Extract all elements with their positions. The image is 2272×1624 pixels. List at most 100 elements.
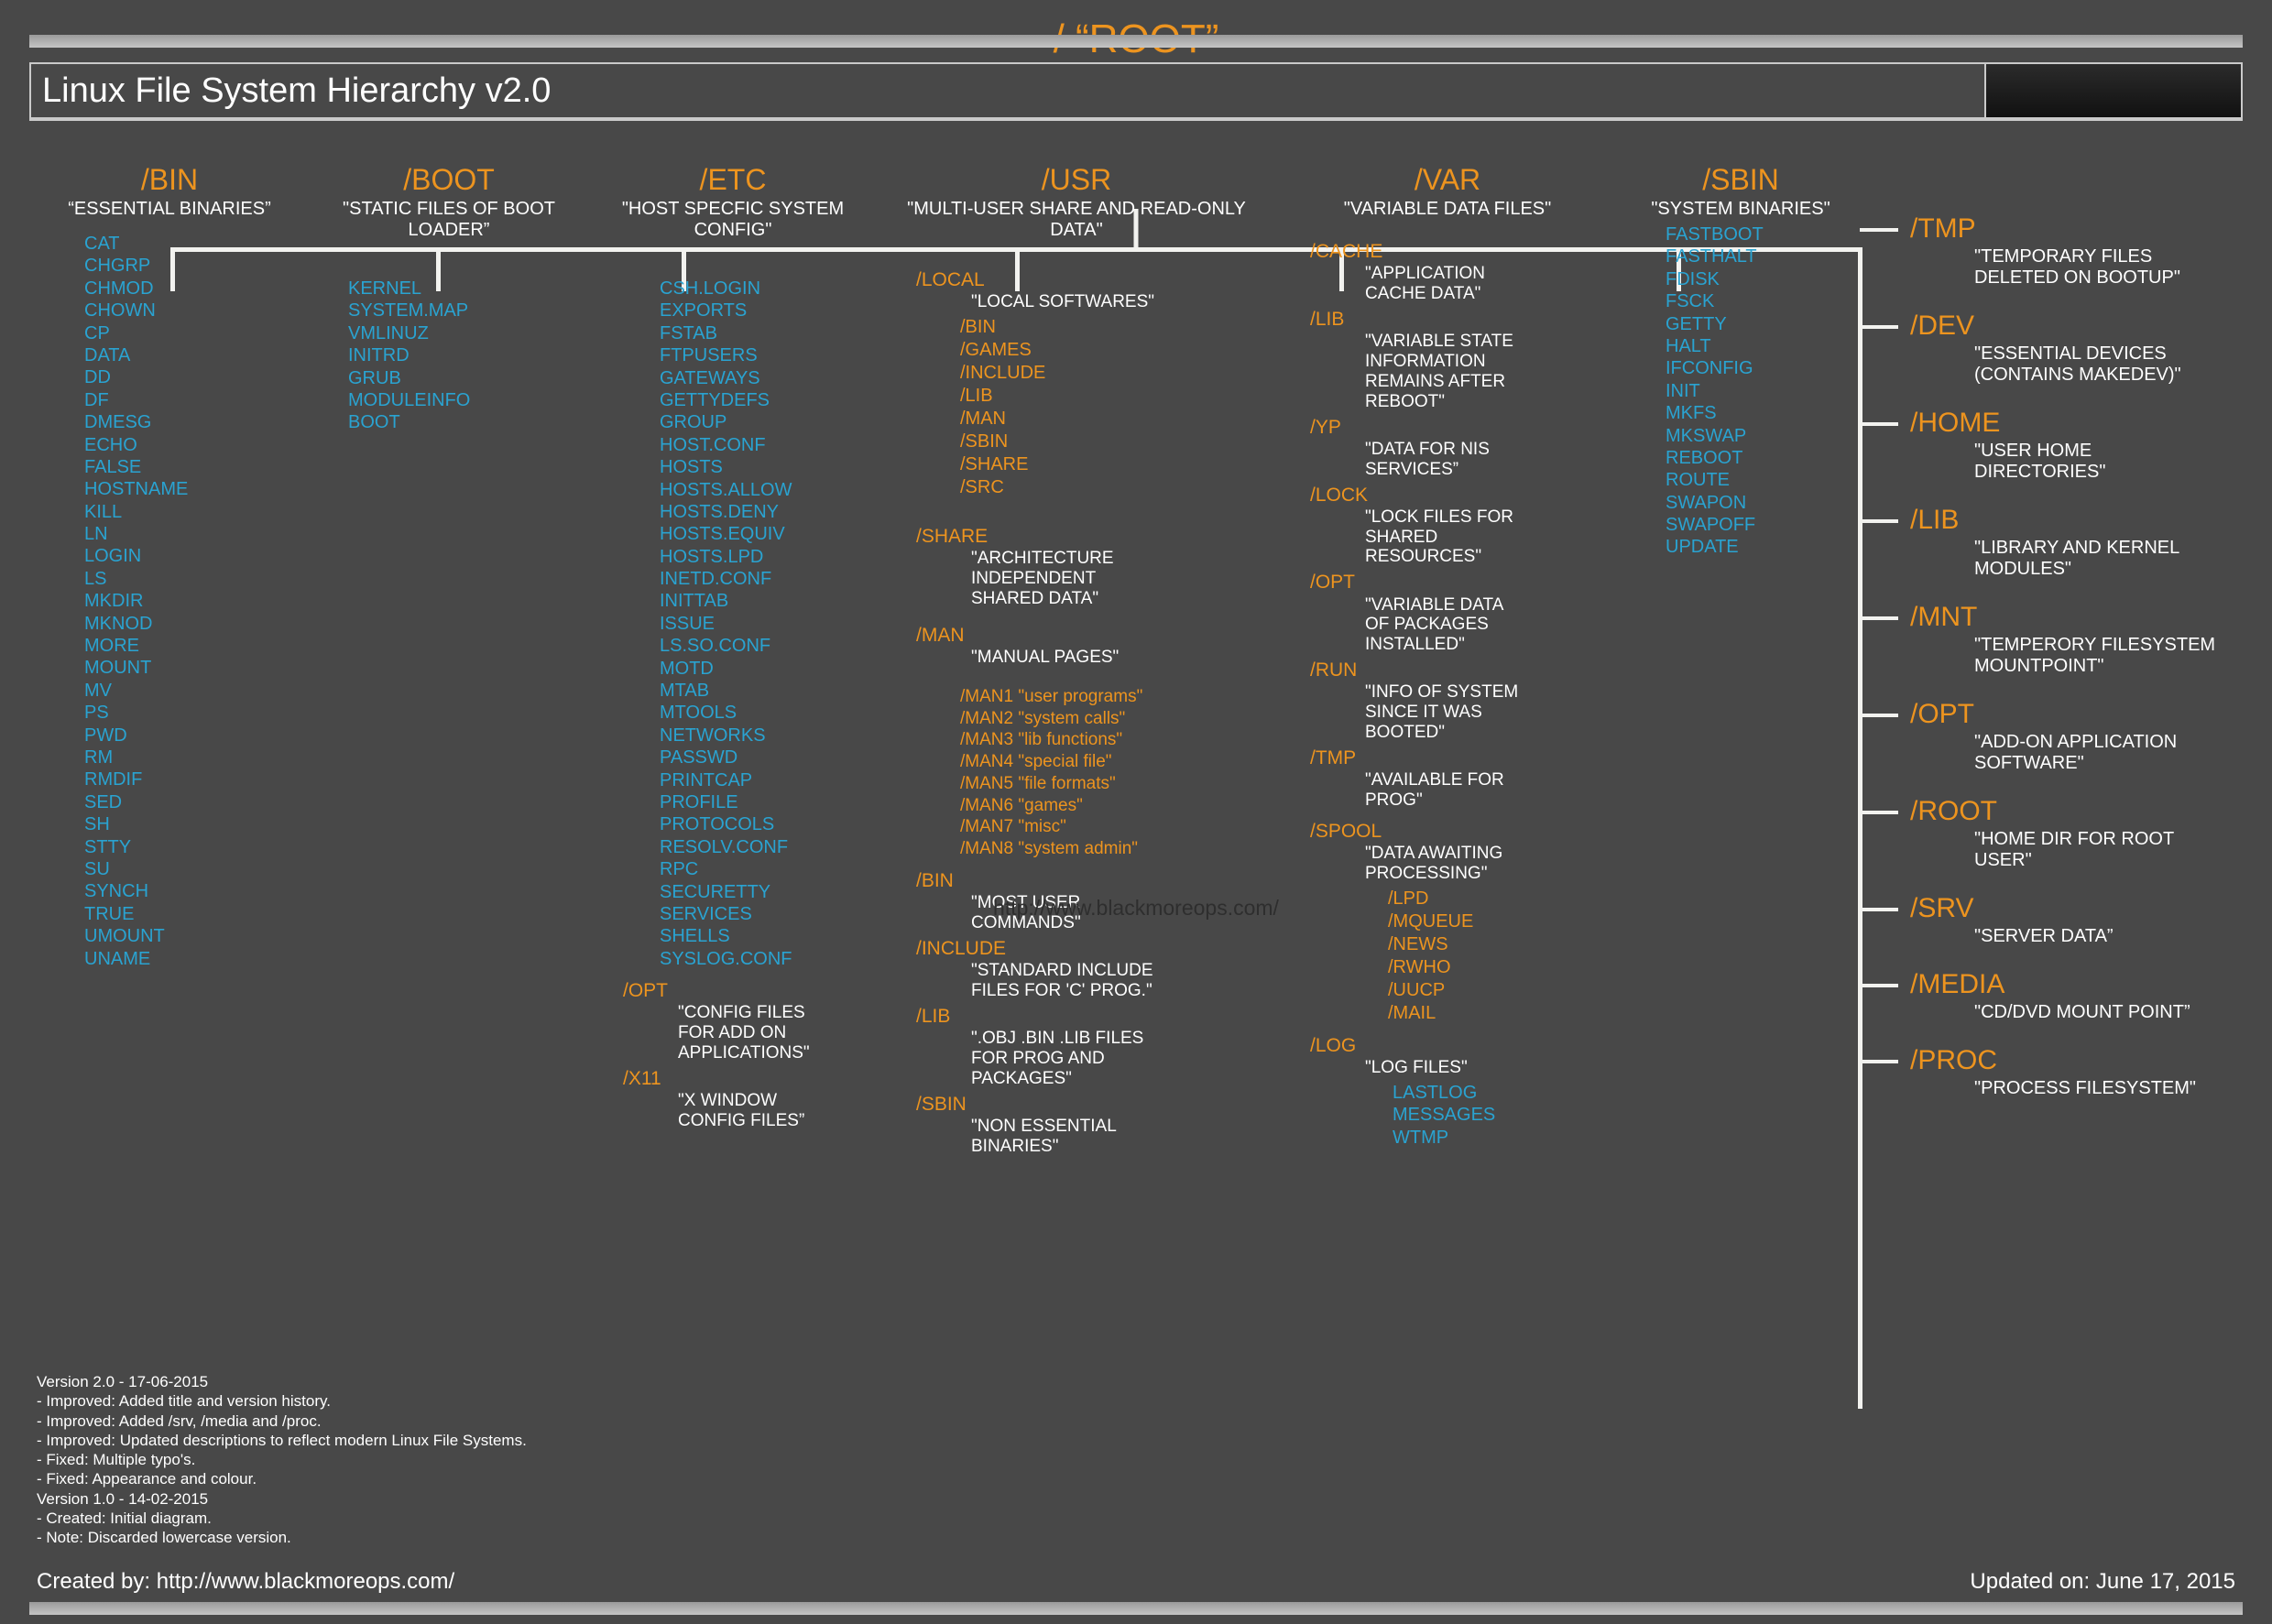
- list-item: GETTY: [1666, 313, 1851, 335]
- footer: Created by: http://www.blackmoreops.com/…: [37, 1569, 2235, 1595]
- dir-desc: "APPLICATION CACHE DATA": [1310, 264, 1530, 304]
- right-desc: "ADD-ON APPLICATION SOFTWARE": [1910, 732, 2226, 774]
- col-var: /VAR "VARIABLE DATA FILES" /CACHE"APPLIC…: [1283, 62, 1612, 1161]
- right-dir: /HOME: [1910, 408, 2226, 439]
- boot-title: /BOOT: [321, 163, 577, 197]
- etc-desc: "HOST SPECFIC SYSTEM CONFIG": [595, 199, 870, 241]
- var-spool: /SPOOL "DATA AWAITING PROCESSING" /LPD/M…: [1283, 820, 1612, 1025]
- list-item: SWAPOFF: [1666, 514, 1851, 536]
- dir-label: /CACHE: [1310, 240, 1612, 264]
- list-item: UMOUNT: [84, 925, 302, 947]
- bin-title: /BIN: [37, 163, 302, 197]
- list-item: CHOWN: [84, 300, 302, 322]
- col-etc: /ETC "HOST SPECFIC SYSTEM CONFIG" CSH.LO…: [595, 62, 870, 1161]
- columns-wrap: /BIN “ESSENTIAL BINARIES” CATCHGRPCHMODC…: [37, 62, 2135, 1161]
- usr-share-dir: /SHARE: [916, 525, 1264, 549]
- right-item: /OPT"ADD-ON APPLICATION SOFTWARE": [1860, 699, 2226, 774]
- list-item: TRUE: [84, 903, 302, 925]
- dir-desc: "CONFIG FILES FOR ADD ON APPLICATIONS": [623, 1003, 825, 1063]
- usr-desc: "MULTI-USER SHARE AND READ-ONLY DATA": [889, 199, 1264, 241]
- dir-desc: "AVAILABLE FOR PROG": [1310, 770, 1530, 811]
- sbin-desc: "SYSTEM BINARIES": [1631, 199, 1851, 220]
- list-item: SWAPON: [1666, 492, 1851, 514]
- list-item: CHMOD: [84, 278, 302, 300]
- list-item: MKFS: [1666, 402, 1851, 424]
- dir-desc: "LOCK FILES FOR SHARED RESOURCES": [1310, 507, 1530, 568]
- right-item: /PROC"PROCESS FILESYSTEM": [1860, 1045, 2226, 1099]
- dir-label: /RUN: [1310, 659, 1612, 682]
- man-entry: /MAN1 "user programs": [960, 686, 1264, 708]
- dir-label: /INCLUDE: [916, 937, 1264, 961]
- list-item: LS: [84, 568, 302, 590]
- right-desc: "TEMPORARY FILES DELETED ON BOOTUP": [1910, 246, 2226, 289]
- list-item: GROUP: [660, 411, 870, 433]
- right-item: /MEDIA"CD/DVD MOUNT POINT”: [1860, 969, 2226, 1023]
- list-item: SERVICES: [660, 903, 870, 925]
- var-log-files: LASTLOGMESSAGESWTMP: [1310, 1082, 1612, 1149]
- var-spool-dir: /SPOOL: [1310, 820, 1612, 844]
- dir-label: /MQUEUE: [1388, 910, 1612, 933]
- connector-tick: [1860, 422, 1898, 426]
- list-item: FDISK: [1666, 268, 1851, 290]
- right-item: /HOME"USER HOME DIRECTORIES": [1860, 408, 2226, 483]
- right-dir: /ROOT: [1910, 796, 2226, 827]
- list-item: FTPUSERS: [660, 344, 870, 366]
- dir-label: /BIN: [960, 316, 1264, 339]
- version-line: - Fixed: Appearance and colour.: [37, 1469, 527, 1488]
- list-item: PRINTCAP: [660, 769, 870, 791]
- sbin-title: /SBIN: [1631, 163, 1851, 197]
- dir-label: /LPD: [1388, 888, 1612, 910]
- dir-label: /UUCP: [1388, 979, 1612, 1002]
- list-item: NETWORKS: [660, 725, 870, 747]
- man-entry: /MAN6 "games": [960, 795, 1264, 817]
- connector-tick: [1860, 811, 1898, 814]
- right-desc: "SERVER DATA”: [1910, 926, 2226, 947]
- list-item: ECHO: [84, 434, 302, 456]
- list-item: SU: [84, 858, 302, 880]
- list-item: MTOOLS: [660, 702, 870, 724]
- dir-label: /LOCK: [1310, 484, 1612, 507]
- list-item: HOSTS.EQUIV: [660, 523, 870, 545]
- list-item: MV: [84, 680, 302, 702]
- dir-label: /MAN: [960, 408, 1264, 431]
- footer-left: Created by: http://www.blackmoreops.com/: [37, 1569, 454, 1595]
- list-item: FASTBOOT: [1666, 223, 1851, 245]
- right-dir: /MEDIA: [1910, 969, 2226, 1000]
- list-item: DMESG: [84, 411, 302, 433]
- connector-tick: [1860, 325, 1898, 329]
- connector-tick: [1860, 519, 1898, 523]
- right-dir: /MNT: [1910, 602, 2226, 633]
- list-item: ROUTE: [1666, 469, 1851, 491]
- right-desc: "ESSENTIAL DEVICES (CONTAINS MAKEDEV)": [1910, 343, 2226, 386]
- col-boot: /BOOT "STATIC FILES OF BOOT LOADER” KERN…: [321, 62, 577, 1161]
- list-item: LASTLOG: [1393, 1082, 1612, 1104]
- version-line: - Improved: Added /srv, /media and /proc…: [37, 1411, 527, 1431]
- dir-label: /RWHO: [1388, 956, 1612, 979]
- list-item: RESOLV.CONF: [660, 836, 870, 858]
- list-item: HOSTS.ALLOW: [660, 479, 870, 501]
- right-item: /ROOT"HOME DIR FOR ROOT USER": [1860, 796, 2226, 871]
- dir-label: /SRC: [960, 476, 1264, 499]
- dir-label: /YP: [1310, 416, 1612, 440]
- list-item: UNAME: [84, 948, 302, 970]
- list-item: SYSTEM.MAP: [348, 300, 577, 322]
- dir-label: /OPT: [1310, 571, 1612, 594]
- list-item: HOST.CONF: [660, 434, 870, 456]
- list-item: HOSTS.LPD: [660, 546, 870, 568]
- right-item: /MNT"TEMPERORY FILESYSTEM MOUNTPOINT": [1860, 602, 2226, 677]
- list-item: MOUNT: [84, 657, 302, 679]
- usr-man-entries: /MAN1 "user programs"/MAN2 "system calls…: [916, 686, 1264, 860]
- right-panel: /TMP"TEMPORARY FILES DELETED ON BOOTUP"/…: [1860, 213, 2226, 1121]
- list-item: GATEWAYS: [660, 367, 870, 389]
- list-item: BOOT: [348, 411, 577, 433]
- list-item: KILL: [84, 501, 302, 523]
- list-item: INETD.CONF: [660, 568, 870, 590]
- dir-label: /LIB: [960, 385, 1264, 408]
- list-item: RMDIF: [84, 768, 302, 790]
- usr-share-desc: "ARCHITECTURE INDEPENDENT SHARED DATA": [916, 549, 1173, 609]
- list-item: CSH.LOGIN: [660, 278, 870, 300]
- top-border: [29, 35, 2243, 48]
- list-item: INITTAB: [660, 590, 870, 612]
- var-spool-desc: "DATA AWAITING PROCESSING": [1310, 844, 1512, 884]
- usr-local-dir: /LOCAL: [916, 268, 1264, 292]
